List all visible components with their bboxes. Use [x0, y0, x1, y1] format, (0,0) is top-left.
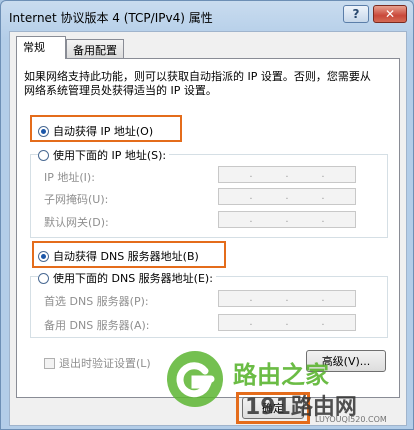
dns-manual-radio[interactable]: 使用下面的 DNS 服务器地址(E):: [38, 270, 216, 286]
validate-on-exit-checkbox[interactable]: 退出时验证设置(L): [44, 355, 151, 371]
window-title: Internet 协议版本 4 (TCP/IPv4) 属性: [9, 11, 213, 25]
title-bar[interactable]: Internet 协议版本 4 (TCP/IPv4) 属性 ? ✕: [1, 1, 414, 31]
checkbox-icon: [44, 357, 55, 369]
watermark-url: LUYOUQI520.COM: [315, 415, 387, 424]
close-icon: ✕: [384, 7, 396, 21]
ip-manual-label: 使用下面的 IP 地址(S):: [53, 149, 167, 162]
dialog-window: Internet 协议版本 4 (TCP/IPv4) 属性 ? ✕ 常规 备用配…: [0, 0, 414, 430]
description-text: 如果网络支持此功能，则可以获取自动指派的 IP 设置。否则，您需要从网络系统管理…: [24, 70, 371, 97]
close-button[interactable]: ✕: [373, 5, 407, 23]
ip-auto-label: 自动获得 IP 地址(O): [53, 125, 154, 138]
validate-on-exit-label: 退出时验证设置(L): [59, 357, 151, 370]
radio-unchecked-icon: [38, 272, 49, 284]
dns-auto-radio[interactable]: 自动获得 DNS 服务器地址(B): [38, 248, 199, 264]
ip-address-input[interactable]: ...: [218, 166, 356, 183]
radio-unchecked-icon: [38, 149, 49, 161]
preferred-dns-input[interactable]: ...: [218, 290, 356, 307]
tab-alternate-config[interactable]: 备用配置: [66, 39, 124, 58]
ip-auto-radio[interactable]: 自动获得 IP 地址(O): [38, 123, 153, 139]
alternate-dns-label: 备用 DNS 服务器(A):: [44, 319, 150, 332]
preferred-dns-label: 首选 DNS 服务器(P):: [44, 295, 149, 308]
radio-checked-icon: [38, 250, 49, 262]
ip-address-label: IP 地址(I):: [44, 171, 95, 184]
ip-manual-radio[interactable]: 使用下面的 IP 地址(S):: [38, 147, 170, 163]
dns-manual-label: 使用下面的 DNS 服务器地址(E):: [53, 272, 213, 285]
tab-general-label: 常规: [23, 41, 45, 54]
subnet-mask-label: 子网掩码(U):: [44, 193, 109, 206]
alternate-dns-input[interactable]: ...: [218, 314, 356, 331]
help-button[interactable]: ?: [343, 5, 369, 23]
dns-auto-label: 自动获得 DNS 服务器地址(B): [53, 250, 199, 263]
default-gateway-input[interactable]: ...: [218, 211, 356, 228]
tab-general[interactable]: 常规: [16, 36, 66, 59]
subnet-mask-input[interactable]: ...: [218, 188, 356, 205]
router-home-logo-icon: [167, 351, 223, 407]
tab-alternate-config-label: 备用配置: [73, 44, 117, 57]
default-gateway-label: 默认网关(D):: [44, 216, 109, 229]
help-icon: ?: [352, 7, 360, 21]
radio-checked-icon: [38, 125, 49, 137]
watermark-brand: 路由之家: [233, 361, 329, 389]
